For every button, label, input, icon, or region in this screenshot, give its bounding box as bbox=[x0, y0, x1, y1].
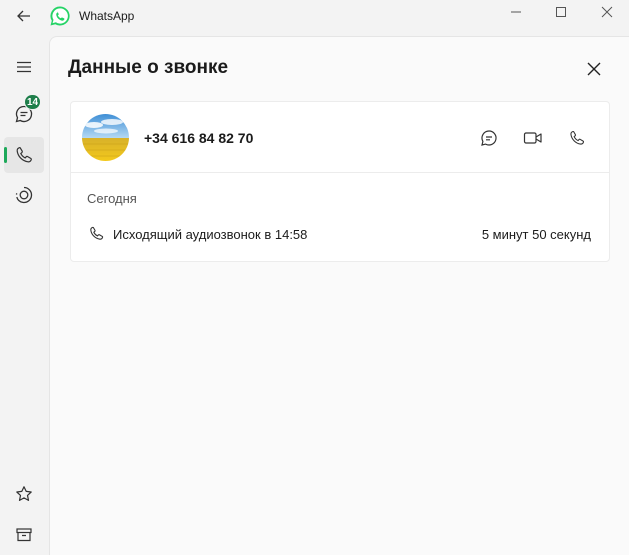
arrow-left-icon bbox=[17, 10, 30, 22]
phone-icon bbox=[570, 130, 585, 145]
unread-badge: 14 bbox=[24, 94, 42, 110]
sidebar: 14 bbox=[0, 36, 49, 555]
contact-phone-number: +34 616 84 82 70 bbox=[144, 130, 254, 146]
sidebar-item-chats[interactable]: 14 bbox=[4, 94, 44, 132]
date-section-label: Сегодня bbox=[87, 191, 137, 206]
call-duration: 5 минут 50 секунд bbox=[481, 227, 591, 242]
voice-call-button[interactable] bbox=[563, 124, 591, 152]
sidebar-item-calls[interactable] bbox=[4, 137, 44, 173]
sidebar-item-menu[interactable] bbox=[4, 49, 44, 85]
status-icon bbox=[15, 186, 33, 204]
message-button[interactable] bbox=[475, 124, 503, 152]
video-call-button[interactable] bbox=[519, 124, 547, 152]
star-icon bbox=[16, 486, 32, 501]
call-log-row: Исходящий аудиозвонок в 14:58 5 минут 50… bbox=[71, 220, 609, 248]
title-bar: WhatsApp bbox=[0, 0, 629, 32]
page-title: Данные о звонке bbox=[68, 57, 229, 78]
call-details-card: +34 616 84 82 70 Сегодня Исходящий аудио… bbox=[70, 101, 610, 262]
sidebar-item-archived[interactable] bbox=[4, 517, 44, 553]
avatar[interactable] bbox=[82, 114, 129, 161]
archive-icon bbox=[16, 528, 32, 542]
back-button[interactable] bbox=[14, 6, 34, 26]
sidebar-item-starred[interactable] bbox=[4, 476, 44, 512]
hamburger-icon bbox=[17, 61, 31, 73]
chat-icon bbox=[481, 130, 497, 146]
phone-icon bbox=[89, 226, 105, 242]
whatsapp-logo-icon bbox=[49, 5, 71, 27]
call-description: Исходящий аудиозвонок в 14:58 bbox=[113, 227, 308, 242]
close-icon bbox=[601, 6, 613, 18]
minimize-icon bbox=[511, 11, 521, 13]
sidebar-item-status[interactable] bbox=[4, 177, 44, 213]
close-icon bbox=[587, 62, 601, 76]
contact-header: +34 616 84 82 70 bbox=[71, 102, 609, 173]
app-title: WhatsApp bbox=[79, 9, 135, 23]
minimize-button[interactable] bbox=[505, 4, 527, 20]
active-indicator bbox=[4, 147, 7, 163]
close-window-button[interactable] bbox=[596, 4, 618, 20]
maximize-icon bbox=[556, 7, 566, 17]
video-camera-icon bbox=[523, 132, 542, 144]
maximize-button[interactable] bbox=[550, 4, 572, 20]
call-details-panel: Данные о звонке +34 616 84 82 70 Сегодня… bbox=[49, 36, 629, 555]
close-panel-button[interactable] bbox=[582, 57, 606, 81]
phone-icon bbox=[16, 147, 32, 163]
